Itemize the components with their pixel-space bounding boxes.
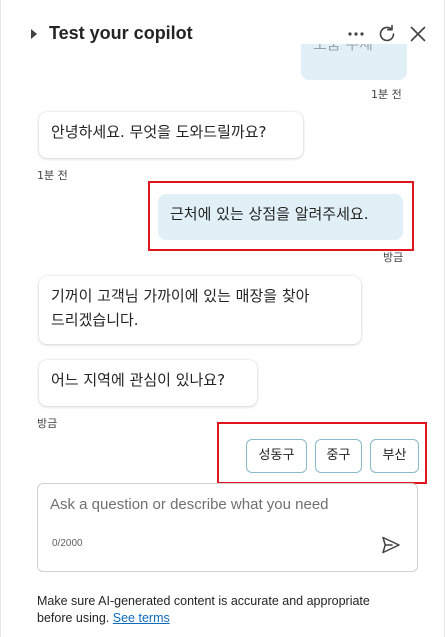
user-message-partial-text: 도움 주세 [313,44,373,53]
bot-message: 어느 지역에 관심이 있나요? [39,360,257,406]
bot-message-line: 드리겠습니다. [51,311,139,329]
send-button[interactable] [380,534,402,556]
timestamp: 1분 전 [371,88,402,101]
send-icon [382,536,400,554]
user-message-partial: 도움 주세 [301,44,407,80]
suggestion-chip-busan[interactable]: 부산 [370,439,419,473]
suggestion-chip-seongdong[interactable]: 성동구 [246,439,307,473]
chat-transcript[interactable]: 도움 주세 1분 전 안녕하세요. 무엇을 도와드릴까요? 1분 전 근처에 있… [1,0,445,484]
message-input[interactable] [50,496,380,522]
copilot-panel: Test your copilot 도움 주세 1분 전 안녕하세요. 무엇을 … [0,0,445,637]
disclaimer-line: before using. [37,611,110,625]
suggestion-chip-junggu[interactable]: 중구 [315,439,362,473]
message-composer: 0/2000 [37,483,418,572]
user-message-text: 근처에 있는 상점을 알려주세요. [170,205,369,223]
bot-message: 안녕하세요. 무엇을 도와드릴까요? [39,112,303,158]
ai-disclaimer: Make sure AI-generated content is accura… [37,593,417,627]
bot-message-text: 어느 지역에 관심이 있나요? [51,371,226,389]
bot-message-line: 기꺼이 고객님 가까이에 있는 매장을 찾아 [51,287,310,305]
see-terms-link[interactable]: See terms [113,611,170,625]
disclaimer-line: Make sure AI-generated content is accura… [37,594,370,608]
user-message: 근처에 있는 상점을 알려주세요. [158,194,403,240]
bot-message-text: 안녕하세요. 무엇을 도와드릴까요? [51,123,267,141]
timestamp: 방금 [383,251,404,264]
timestamp: 1분 전 [37,169,68,182]
bot-message: 기꺼이 고객님 가까이에 있는 매장을 찾아 드리겠습니다. [39,276,361,344]
timestamp: 방금 [37,417,58,430]
character-counter: 0/2000 [52,538,83,549]
